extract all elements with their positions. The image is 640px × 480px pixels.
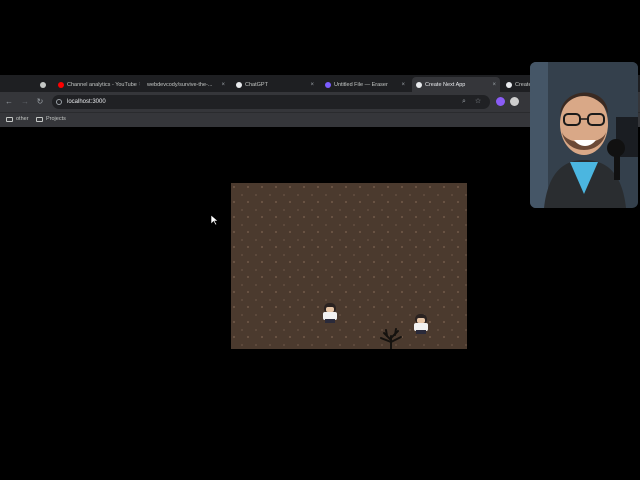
- close-tab-icon[interactable]: ×: [308, 82, 314, 88]
- tab-pinned[interactable]: [36, 77, 52, 92]
- presenter-video: [530, 62, 638, 208]
- eraser-icon: [325, 81, 331, 88]
- youtube-icon: [58, 81, 64, 88]
- tab-channel-analytics[interactable]: Channel analytics - YouTube ×: [54, 77, 140, 92]
- folder-icon: [6, 116, 13, 122]
- close-tab-icon[interactable]: ×: [219, 82, 225, 88]
- bookmark-folder-projects[interactable]: Projects: [36, 116, 66, 122]
- globe-icon: [416, 81, 422, 88]
- reload-button[interactable]: ↻: [35, 97, 45, 107]
- ghost-icon: [40, 81, 46, 88]
- game-canvas[interactable]: [231, 183, 467, 349]
- close-tab-icon[interactable]: ×: [399, 82, 405, 88]
- folder-icon: [36, 116, 43, 122]
- close-tab-icon[interactable]: ×: [137, 82, 140, 88]
- mouse-cursor-icon: [211, 215, 219, 225]
- extension-icon[interactable]: [510, 97, 519, 106]
- forward-button[interactable]: →: [20, 97, 30, 107]
- tab-create-next-app[interactable]: Create Next App ×: [412, 77, 500, 92]
- magnifier-icon[interactable]: ⌕: [460, 98, 468, 106]
- url-text: localhost:3000: [67, 99, 106, 105]
- close-tab-icon[interactable]: ×: [490, 82, 496, 88]
- dead-tree-sprite: [380, 328, 402, 349]
- tab-create[interactable]: Create: [502, 77, 532, 92]
- globe-icon: [506, 81, 512, 88]
- npc-character: [412, 314, 430, 334]
- address-bar[interactable]: localhost:3000 ⌕ ☆: [52, 95, 490, 109]
- star-icon[interactable]: ☆: [474, 98, 482, 106]
- webcam-overlay: [530, 62, 638, 208]
- tab-chatgpt[interactable]: ChatGPT ×: [232, 77, 318, 92]
- player-character: [321, 303, 339, 323]
- bookmark-folder-other[interactable]: other: [6, 116, 29, 122]
- tab-eraser[interactable]: Untitled File — Eraser ×: [321, 77, 409, 92]
- site-info-icon[interactable]: [56, 99, 62, 105]
- extension-icon[interactable]: [496, 97, 505, 106]
- tab-github[interactable]: webdevcody/survive-the-... ×: [143, 77, 229, 92]
- chatgpt-icon: [236, 81, 242, 88]
- back-button[interactable]: ←: [4, 97, 14, 107]
